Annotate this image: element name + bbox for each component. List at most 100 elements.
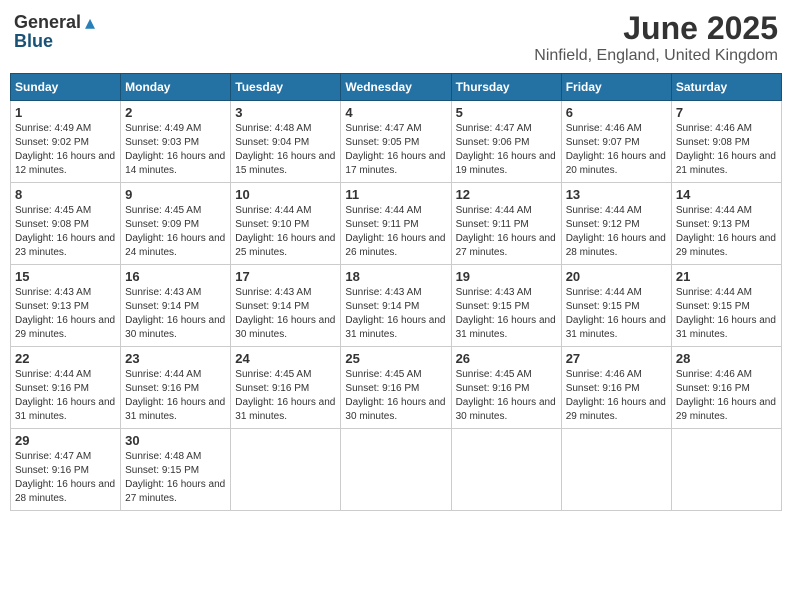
day-info: Sunrise: 4:44 AM Sunset: 9:16 PM Daylight:… xyxy=(125,368,226,424)
daylight-text: Daylight: 16 hours and 30 minutes. xyxy=(456,397,556,422)
day-number: 25 xyxy=(345,351,446,366)
daylight-text: Daylight: 16 hours and 30 minutes. xyxy=(125,315,225,340)
sunset-text: Sunset: 9:08 PM xyxy=(676,137,750,148)
calendar-cell: 7Sunrise: 4:46 AMSunset: 9:08 PMDaylight… xyxy=(671,101,781,183)
day-info: Sunrise: 4:44 AMSunset: 9:10 PMDaylight:… xyxy=(235,204,336,260)
sunrise-text: Sunrise: 4:44 AM xyxy=(456,205,532,216)
day-number: 15 xyxy=(15,269,116,284)
header-wednesday: Wednesday xyxy=(341,74,451,101)
daylight-text: Daylight: 16 hours and 31 minutes. xyxy=(676,315,776,340)
daylight-text: Daylight: 16 hours and 26 minutes. xyxy=(345,233,445,258)
calendar-cell xyxy=(561,429,671,511)
day-info: Sunrise: 4:45 AMSunset: 9:08 PMDaylight:… xyxy=(15,204,116,260)
daylight-text: Daylight: 16 hours and 28 minutes. xyxy=(15,479,115,504)
day-number: 26 xyxy=(456,351,557,366)
day-info: Sunrise: 4:45 AMSunset: 9:09 PMDaylight:… xyxy=(125,204,226,260)
header-sunday: Sunday xyxy=(11,74,121,101)
calendar-cell: 16Sunrise: 4:43 AMSunset: 9:14 PMDayligh… xyxy=(121,265,231,347)
sunset-text: Sunset: 9:15 PM xyxy=(566,301,640,312)
daylight-text: Daylight: 16 hours and 31 minutes. xyxy=(566,315,666,340)
calendar-cell: 26Sunrise: 4:45 AMSunset: 9:16 PMDayligh… xyxy=(451,347,561,429)
sunset-text: Sunset: 9:09 PM xyxy=(125,219,199,230)
sunset-text: Sunset: 9:15 PM xyxy=(676,301,750,312)
daylight-text: Daylight: 16 hours and 25 minutes. xyxy=(235,233,335,258)
calendar-cell: 30Sunrise: 4:48 AMSunset: 9:15 PMDayligh… xyxy=(121,429,231,511)
sunrise-text: Sunrise: 4:46 AM xyxy=(676,369,752,380)
calendar-cell: 28 Sunrise: 4:46 AM Sunset: 9:16 PM Dayligh… xyxy=(671,347,781,429)
sunset-text: Sunset: 9:14 PM xyxy=(345,301,419,312)
sunrise-text: Sunrise: 4:47 AM xyxy=(15,451,91,462)
calendar-cell: 17 Sunrise: 4:43 AMSunset: 9:14 PMDayligh… xyxy=(231,265,341,347)
daylight-text: Daylight: 16 hours and 29 minutes. xyxy=(676,233,776,258)
day-info: Sunrise: 4:44 AMSunset: 9:15 PMDaylight:… xyxy=(566,286,667,342)
day-info: Sunrise: 4:49 AMSunset: 9:02 PMDaylight:… xyxy=(15,122,116,178)
calendar-cell: 1 Sunrise: 4:49 AMSunset: 9:02 PMDaylight… xyxy=(11,101,121,183)
day-info: Sunrise: 4:45 AMSunset: 9:16 PMDaylight:… xyxy=(345,368,446,424)
day-info: Sunrise: 4:43 AMSunset: 9:14 PMDaylight:… xyxy=(125,286,226,342)
day-number: 17 xyxy=(235,269,336,284)
calendar-header-row: SundayMondayTuesdayWednesdayThursdayFrid… xyxy=(11,74,782,101)
daylight-text: Daylight: 16 hours and 23 minutes. xyxy=(15,233,115,258)
sunrise-text: Sunrise: 4:45 AM xyxy=(345,369,421,380)
sunrise-text: Sunrise: 4:49 AM xyxy=(15,123,91,134)
sunset-text: Sunset: 9:06 PM xyxy=(456,137,530,148)
sunset-text: Sunset: 9:03 PM xyxy=(125,137,199,148)
calendar-cell: 27Sunrise: 4:46 AMSunset: 9:16 PMDayligh… xyxy=(561,347,671,429)
daylight-text: Daylight: 16 hours and 31 minutes. xyxy=(125,397,225,422)
calendar-cell: 24 Sunrise: 4:45 AMSunset: 9:16 PMDayligh… xyxy=(231,347,341,429)
sunset-text: Sunset: 9:16 PM xyxy=(456,383,530,394)
daylight-text: Daylight: 16 hours and 29 minutes. xyxy=(566,397,666,422)
calendar-week-row: 22 Sunrise: 4:44 AM Sunset: 9:16 PM Dayligh… xyxy=(11,347,782,429)
logo-text: General xyxy=(14,12,81,33)
calendar-cell: 10Sunrise: 4:44 AMSunset: 9:10 PMDayligh… xyxy=(231,183,341,265)
sunrise-text: Sunrise: 4:43 AM xyxy=(235,287,311,298)
sunset-text: Sunset: 9:16 PM xyxy=(125,383,199,394)
daylight-text: Daylight: 16 hours and 29 minutes. xyxy=(676,397,776,422)
day-number: 13 xyxy=(566,187,667,202)
sunset-text: Sunset: 9:04 PM xyxy=(235,137,309,148)
day-number: 1 xyxy=(15,105,116,120)
calendar-cell: 4Sunrise: 4:47 AMSunset: 9:05 PMDaylight… xyxy=(341,101,451,183)
day-number: 19 xyxy=(456,269,557,284)
daylight-text: Daylight: 16 hours and 31 minutes. xyxy=(15,397,115,422)
day-info: Sunrise: 4:43 AMSunset: 9:14 PMDaylight:… xyxy=(345,286,446,342)
daylight-text: Daylight: 16 hours and 19 minutes. xyxy=(456,151,556,176)
header-tuesday: Tuesday xyxy=(231,74,341,101)
sunset-text: Sunset: 9:10 PM xyxy=(235,219,309,230)
header-monday: Monday xyxy=(121,74,231,101)
day-info: Sunrise: 4:48 AMSunset: 9:04 PMDaylight:… xyxy=(235,122,336,178)
sunrise-text: Sunrise: 4:44 AM xyxy=(15,369,91,380)
daylight-text: Daylight: 16 hours and 31 minutes. xyxy=(345,315,445,340)
header-friday: Friday xyxy=(561,74,671,101)
sunrise-text: Sunrise: 4:44 AM xyxy=(125,369,201,380)
day-info: Sunrise: 4:46 AM Sunset: 9:16 PM Daylight:… xyxy=(676,368,777,424)
sunrise-text: Sunrise: 4:45 AM xyxy=(125,205,201,216)
calendar-cell: 18Sunrise: 4:43 AMSunset: 9:14 PMDayligh… xyxy=(341,265,451,347)
sunset-text: Sunset: 9:13 PM xyxy=(676,219,750,230)
day-number: 22 xyxy=(15,351,116,366)
sunset-text: Sunset: 9:13 PM xyxy=(15,301,89,312)
day-number: 9 xyxy=(125,187,226,202)
day-info: Sunrise: 4:43 AMSunset: 9:14 PMDaylight:… xyxy=(235,286,336,342)
calendar-cell: 23 Sunrise: 4:44 AM Sunset: 9:16 PM Dayligh… xyxy=(121,347,231,429)
calendar-cell xyxy=(231,429,341,511)
day-number: 27 xyxy=(566,351,667,366)
calendar-cell: 13Sunrise: 4:44 AMSunset: 9:12 PMDayligh… xyxy=(561,183,671,265)
day-number: 23 xyxy=(125,351,226,366)
day-number: 24 xyxy=(235,351,336,366)
day-number: 12 xyxy=(456,187,557,202)
month-title: June 2025 xyxy=(534,10,778,47)
sunset-text: Sunset: 9:08 PM xyxy=(15,219,89,230)
day-info: Sunrise: 4:43 AMSunset: 9:13 PMDaylight:… xyxy=(15,286,116,342)
sunrise-text: Sunrise: 4:44 AM xyxy=(676,287,752,298)
calendar-cell: 8Sunrise: 4:45 AMSunset: 9:08 PMDaylight… xyxy=(11,183,121,265)
day-info: Sunrise: 4:44 AMSunset: 9:11 PMDaylight:… xyxy=(456,204,557,260)
sunset-text: Sunset: 9:16 PM xyxy=(676,383,750,394)
calendar-cell: 2Sunrise: 4:49 AMSunset: 9:03 PMDaylight… xyxy=(121,101,231,183)
day-info: Sunrise: 4:45 AMSunset: 9:16 PMDaylight:… xyxy=(235,368,336,424)
sunset-text: Sunset: 9:15 PM xyxy=(456,301,530,312)
sunset-text: Sunset: 9:07 PM xyxy=(566,137,640,148)
calendar-week-row: 8Sunrise: 4:45 AMSunset: 9:08 PMDaylight… xyxy=(11,183,782,265)
sunset-text: Sunset: 9:11 PM xyxy=(345,219,418,230)
day-number: 28 xyxy=(676,351,777,366)
